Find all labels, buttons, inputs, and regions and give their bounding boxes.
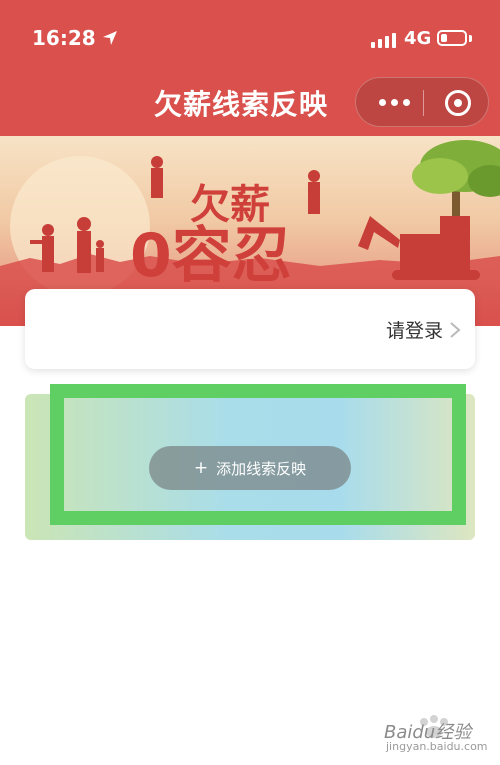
login-label[interactable]: 请登录 xyxy=(386,316,443,343)
plus-icon: + xyxy=(193,458,209,478)
location-arrow-icon xyxy=(102,31,117,45)
battery-icon xyxy=(437,30,467,46)
more-icon[interactable] xyxy=(374,91,414,113)
login-card[interactable]: 请登录 xyxy=(25,289,475,369)
close-icon-dot xyxy=(454,99,462,107)
add-clue-label: 添加线索反映 xyxy=(216,459,307,478)
add-clue-button[interactable]: + 添加线索反映 xyxy=(149,446,351,490)
status-time: 16:28 xyxy=(32,26,118,50)
banner-headline-bottom: 0容忍 xyxy=(130,221,292,291)
time-text: 16:28 xyxy=(32,26,96,50)
capsule-divider xyxy=(423,90,424,116)
network-type: 4G xyxy=(404,28,432,49)
chevron-right-icon xyxy=(450,322,461,338)
page-title: 欠薪线索反映 xyxy=(154,88,329,121)
signal-icon xyxy=(371,33,396,48)
watermark-url: jingyan.baidu.com xyxy=(386,740,488,753)
miniprogram-capsule xyxy=(355,77,489,127)
battery-tip xyxy=(469,35,472,42)
status-bar: 16:28 4G xyxy=(0,0,500,78)
